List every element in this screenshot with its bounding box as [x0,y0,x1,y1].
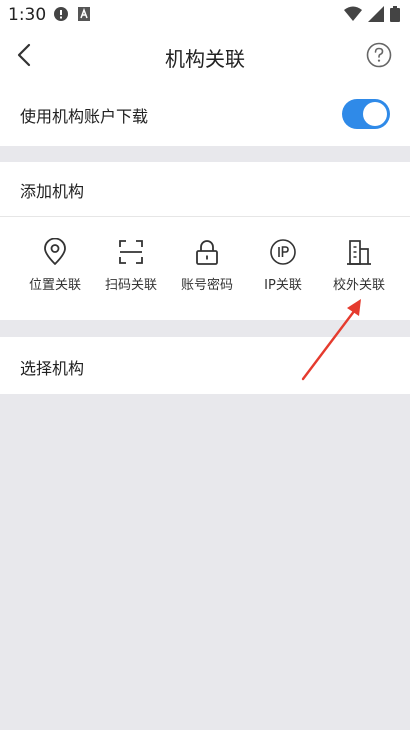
add-institution-title: 添加机构 [20,182,85,201]
help-button[interactable] [366,42,392,68]
help-circle-icon [366,42,392,68]
use-account-toggle[interactable] [342,99,390,129]
divider [0,216,410,217]
nav-bar: 机构关联 [0,30,410,80]
building-icon [347,240,371,265]
method-ip[interactable]: IP关联 [245,238,321,298]
annotation-arrow-icon [301,299,361,381]
method-label: 扫码关联 [104,278,157,293]
method-off-campus[interactable]: 校外关联 [321,238,397,298]
method-label: 位置关联 [28,278,81,293]
method-scan[interactable]: 扫码关联 [93,238,169,298]
battery-icon [390,6,400,22]
select-institution-title: 选择机构 [20,359,85,378]
page-title: 机构关联 [165,47,245,71]
scan-frame-icon [119,240,143,264]
status-bar: 1:30 [0,0,410,30]
wifi-icon [344,6,362,21]
ip-icon [270,239,296,265]
method-location[interactable]: 位置关联 [17,238,93,298]
location-pin-icon [44,238,66,265]
font-a-icon [78,7,90,21]
toggle-knob [363,102,387,126]
use-account-label: 使用机构账户下载 [20,107,149,126]
alert-icon [54,7,68,21]
status-time: 1:30 [8,5,47,25]
lock-icon [196,240,218,265]
method-account-password[interactable]: 账号密码 [169,238,245,298]
method-label: 账号密码 [180,278,233,293]
use-account-row: 使用机构账户下载 [0,80,410,146]
association-methods: 位置关联 扫码关联 账号密码 IP关联 校外关联 [17,238,397,298]
signal-icon [368,6,384,22]
